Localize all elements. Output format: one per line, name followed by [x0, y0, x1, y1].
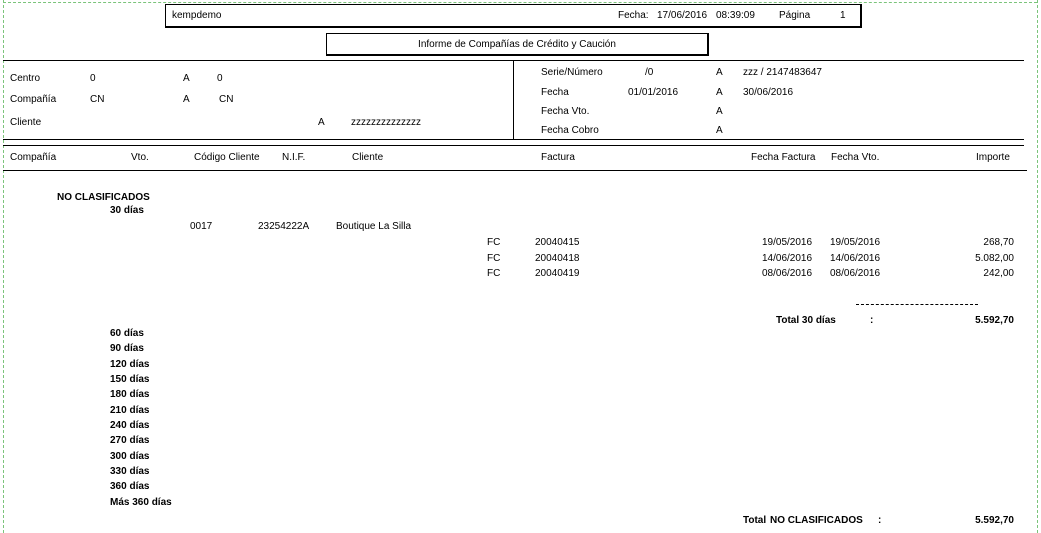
- filter-to-compania: CN: [219, 94, 234, 105]
- bucket-label: 360 días: [110, 481, 150, 492]
- filter-a-compania: A: [183, 94, 190, 105]
- group-total-name: NO CLASIFICADOS: [770, 515, 863, 526]
- invoice-importe: 5.082,00: [975, 253, 1014, 264]
- bucket-label: 330 días: [110, 466, 150, 477]
- bucket-label: 210 días: [110, 405, 150, 416]
- group-total-amount: 5.592,70: [975, 515, 1014, 526]
- invoice-serie: FC: [487, 268, 501, 279]
- bucket-label-30: 30 días: [110, 205, 144, 216]
- filter-to-fecha: 30/06/2016: [743, 87, 794, 98]
- filter-label-fecha-vto: Fecha Vto.: [541, 106, 590, 117]
- invoice-fecha-factura: 14/06/2016: [762, 253, 813, 264]
- bucket-label: Más 360 días: [110, 497, 172, 508]
- col-header-compania: Compañía: [10, 152, 57, 163]
- group-total-colon: :: [878, 515, 882, 526]
- bucket-label: 300 días: [110, 451, 150, 462]
- filter-label-serie: Serie/Número: [541, 67, 603, 78]
- filter-a-fecha-cobro: A: [716, 125, 723, 136]
- report-title: Informe de Compañías de Crédito y Caució…: [418, 39, 616, 50]
- invoice-importe: 268,70: [983, 237, 1014, 248]
- subtotal-separator: [856, 304, 978, 305]
- bucket-label: 60 días: [110, 328, 144, 339]
- filter-from-compania: CN: [90, 94, 105, 105]
- filter-from-fecha: 01/01/2016: [628, 87, 679, 98]
- col-header-fecha-vto: Fecha Vto.: [831, 152, 880, 163]
- col-header-codigo-cliente: Código Cliente: [194, 152, 260, 163]
- columns-bottom-rule: [3, 170, 1027, 171]
- page-border-right: [1037, 0, 1038, 533]
- filter-label-compania: Compañía: [10, 94, 57, 105]
- filter-a-centro: A: [183, 73, 190, 84]
- page-border-top: [3, 2, 1037, 3]
- filter-to-serie: zzz / 2147483647: [743, 67, 822, 78]
- columns-top-rule: [3, 145, 1024, 146]
- invoice-fecha-vto: 14/06/2016: [830, 253, 881, 264]
- filter-from-centro: 0: [90, 73, 96, 84]
- invoice-fecha-vto: 19/05/2016: [830, 237, 881, 248]
- header-user: kempdemo: [172, 10, 222, 21]
- client-code: 0017: [190, 221, 213, 232]
- header-hora: 08:39:09: [716, 10, 755, 21]
- bucket-label: 120 días: [110, 359, 150, 370]
- col-header-fecha-factura: Fecha Factura: [751, 152, 816, 163]
- group-title: NO CLASIFICADOS: [57, 192, 150, 203]
- filter-to-centro: 0: [217, 73, 223, 84]
- filter-a-fecha: A: [716, 87, 723, 98]
- invoice-serie: FC: [487, 253, 501, 264]
- subtotal-amount: 5.592,70: [975, 315, 1014, 326]
- invoice-fecha-vto: 08/06/2016: [830, 268, 881, 279]
- filter-a-cliente: A: [318, 117, 325, 128]
- invoice-number: 20040418: [535, 253, 580, 264]
- invoice-fecha-factura: 08/06/2016: [762, 268, 813, 279]
- client-nif: 23254222A: [258, 221, 310, 232]
- invoice-serie: FC: [487, 237, 501, 248]
- header-pagina-label: Página: [779, 10, 811, 21]
- client-name: Boutique La Silla: [336, 221, 412, 232]
- col-header-vto: Vto.: [131, 152, 149, 163]
- filter-to-cliente: zzzzzzzzzzzzzz: [351, 117, 421, 128]
- col-header-cliente: Cliente: [352, 152, 384, 163]
- filter-a-fecha-vto: A: [716, 106, 723, 117]
- bucket-label: 270 días: [110, 435, 150, 446]
- header-fecha-label: Fecha:: [618, 10, 649, 21]
- filter-bottom-rule: [3, 139, 1024, 140]
- subtotal-colon: :: [870, 315, 874, 326]
- col-header-factura: Factura: [541, 152, 575, 163]
- invoice-importe: 242,00: [983, 268, 1014, 279]
- col-header-importe: Importe: [976, 152, 1010, 163]
- page-border-left: [3, 0, 4, 533]
- header-pagina: 1: [840, 10, 846, 21]
- filter-from-serie: /0: [645, 67, 654, 78]
- invoice-fecha-factura: 19/05/2016: [762, 237, 813, 248]
- filter-label-fecha-cobro: Fecha Cobro: [541, 125, 599, 136]
- bucket-label: 240 días: [110, 420, 150, 431]
- bucket-label: 90 días: [110, 343, 144, 354]
- bucket-label: 180 días: [110, 389, 150, 400]
- invoice-number: 20040415: [535, 237, 580, 248]
- subtotal-label: Total 30 días: [776, 315, 836, 326]
- group-total-label: Total: [743, 515, 767, 526]
- bucket-label: 150 días: [110, 374, 150, 385]
- filter-label-cliente: Cliente: [10, 117, 42, 128]
- col-header-nif: N.I.F.: [282, 152, 306, 163]
- report-header-box: [165, 4, 862, 28]
- filter-a-serie: A: [716, 67, 723, 78]
- filter-label-fecha: Fecha: [541, 87, 569, 98]
- header-fecha: 17/06/2016: [657, 10, 708, 21]
- invoice-number: 20040419: [535, 268, 580, 279]
- filter-label-centro: Centro: [10, 73, 41, 84]
- filter-divider: [513, 60, 514, 139]
